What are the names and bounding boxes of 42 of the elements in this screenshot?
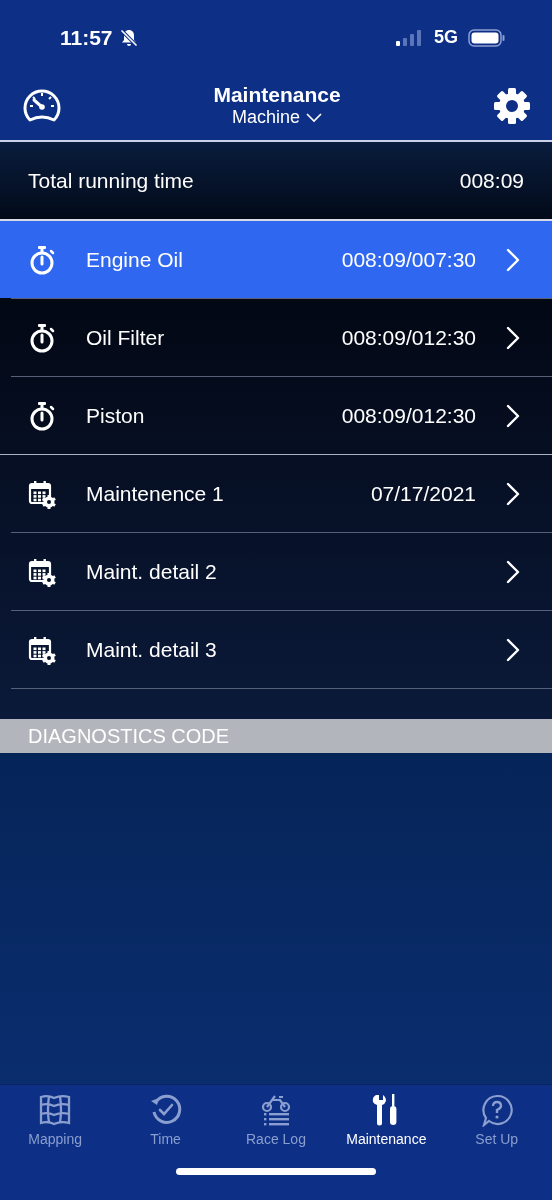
settings-icon[interactable]: [492, 85, 532, 126]
stopwatch-icon: [28, 322, 56, 353]
chevron-right-icon: [506, 637, 520, 662]
help-bubble-icon: [479, 1093, 514, 1127]
status-time: 11:57: [60, 25, 113, 50]
tab[interactable]: Time: [110, 1093, 221, 1147]
tab[interactable]: Mapping: [0, 1093, 111, 1147]
chevron-right-icon: [506, 559, 520, 584]
calendar-gear-icon: [28, 556, 56, 587]
item-value: 008:09/012:30: [341, 325, 476, 350]
chevron-down-icon: [306, 112, 322, 123]
total-label: Total running time: [28, 168, 194, 193]
stopwatch-icon: [28, 244, 56, 275]
tab[interactable]: Maintenance: [331, 1093, 442, 1147]
total-value: 008:09: [459, 168, 524, 193]
chevron-right-icon: [506, 403, 520, 428]
maintenance-item[interactable]: Maint. detail 2: [0, 533, 552, 610]
maintenance-item[interactable]: Oil Filter 008:09/012:30: [0, 299, 552, 376]
maintenance-item[interactable]: Maintenence 1 07/17/2021: [0, 455, 552, 532]
tab[interactable]: Set Up: [441, 1093, 552, 1147]
item-value: 07/17/2021: [370, 481, 476, 506]
maintenance-item[interactable]: Engine Oil 008:09/007:30: [0, 221, 552, 298]
screen-title: Maintenance: [213, 83, 341, 107]
tab[interactable]: Race Log: [220, 1093, 331, 1147]
item-value: 008:09/012:30: [341, 403, 476, 428]
signal-icon: [396, 29, 422, 46]
item-value: 008:09/007:30: [341, 247, 476, 272]
calendar-gear-icon: [28, 478, 56, 509]
network-label: 5G: [434, 27, 458, 48]
chevron-right-icon: [506, 247, 520, 272]
maintenance-item[interactable]: Maint. detail 3: [0, 611, 552, 688]
stopwatch-icon: [28, 400, 56, 431]
battery-icon: [468, 28, 506, 47]
muted-bell-icon: [118, 27, 139, 48]
map-grid-icon: [38, 1093, 73, 1127]
chevron-right-icon: [506, 481, 520, 506]
calendar-gear-icon: [28, 634, 56, 665]
speedometer-icon[interactable]: [22, 87, 62, 124]
machine-dropdown[interactable]: Machine: [231, 107, 322, 128]
chevron-right-icon: [506, 325, 520, 350]
section-header: DIAGNOSTICS CODE: [0, 719, 552, 753]
maintenance-item[interactable]: Piston 008:09/012:30: [0, 377, 552, 454]
